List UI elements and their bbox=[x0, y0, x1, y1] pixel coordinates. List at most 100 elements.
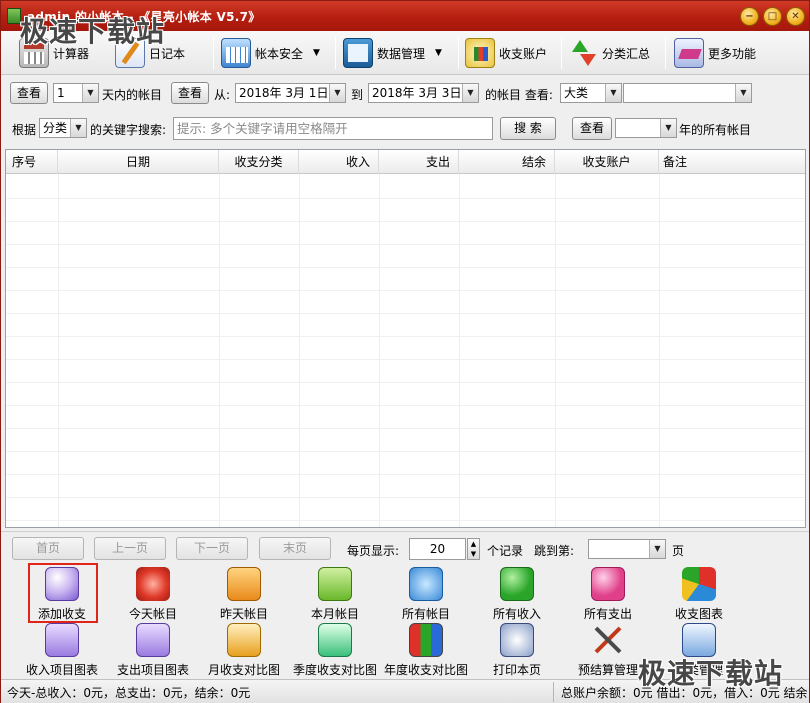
last-page-button[interactable]: 末页 bbox=[259, 537, 331, 560]
income-expense-chart-button[interactable]: 收支图表 bbox=[654, 567, 744, 623]
keyword-search-input[interactable]: 提示: 多个关键字请用空格隔开 bbox=[173, 117, 493, 140]
view-days-button[interactable]: 查看 bbox=[10, 82, 48, 104]
today-icon bbox=[136, 567, 170, 601]
grid-line bbox=[6, 382, 805, 383]
more-functions-button[interactable]: 更多功能 bbox=[674, 35, 756, 71]
view-range-button[interactable]: 查看 bbox=[171, 82, 209, 104]
quarterly-compare-button[interactable]: 季度收支对比图 bbox=[290, 623, 380, 679]
year-select[interactable]: ▼ bbox=[615, 118, 677, 138]
to-date-picker[interactable]: 2018年 3月 3日 ▼ bbox=[368, 83, 479, 103]
expense-items-chart-button[interactable]: 支出项目图表 bbox=[108, 623, 198, 679]
folder-icon bbox=[318, 567, 352, 601]
per-page-label: 每页显示: bbox=[347, 544, 400, 558]
close-button[interactable]: ✕ bbox=[786, 7, 805, 26]
to-date-value: 2018年 3月 3日 bbox=[372, 86, 462, 100]
days-select[interactable]: 1 ▼ bbox=[53, 83, 99, 103]
action-label: 收入项目图表 bbox=[25, 663, 98, 677]
print-page-button[interactable]: 打印本页 bbox=[472, 623, 562, 679]
grid-line bbox=[6, 198, 805, 199]
chevron-down-icon[interactable]: ▼ bbox=[329, 84, 345, 102]
income-items-chart-button[interactable]: 收入项目图表 bbox=[17, 623, 107, 679]
days-suffix-label: 天内的帐目 bbox=[102, 88, 163, 102]
toolbar-separator bbox=[213, 37, 214, 69]
grid-line bbox=[6, 497, 805, 498]
grid-line bbox=[6, 428, 805, 429]
accounts-view-label: 的帐目 查看: bbox=[485, 88, 553, 102]
column-header-note[interactable]: 备注 bbox=[659, 150, 805, 174]
prev-page-button[interactable]: 上一页 bbox=[94, 537, 166, 560]
column-header-category[interactable]: 收支分类 bbox=[219, 150, 299, 174]
data-management-icon bbox=[343, 38, 373, 68]
status-today-summary: 今天-总收入：0元，总支出：0元，结余：0元 bbox=[7, 686, 251, 700]
chevron-down-icon[interactable]: ▼ bbox=[313, 48, 320, 58]
per-page-input[interactable]: 20 bbox=[409, 538, 466, 560]
search-field-select[interactable]: 分类 ▼ bbox=[39, 118, 87, 138]
tools-icon bbox=[591, 623, 625, 657]
from-label: 从: bbox=[214, 88, 231, 102]
from-date-picker[interactable]: 2018年 3月 1日 ▼ bbox=[235, 83, 346, 103]
toolbar-separator bbox=[561, 37, 562, 69]
month-entries-button[interactable]: 本月帐目 bbox=[290, 567, 380, 623]
category-select[interactable]: 大类 ▼ bbox=[560, 83, 622, 103]
chevron-down-icon[interactable]: ▼ bbox=[435, 48, 442, 58]
toolbar-label: 收支账户 bbox=[499, 46, 548, 61]
action-label: 打印本页 bbox=[492, 663, 541, 677]
watermark-bottom: 极速下载站 bbox=[638, 657, 784, 690]
column-header-account[interactable]: 收支账户 bbox=[555, 150, 659, 174]
monthly-compare-button[interactable]: 月收支对比图 bbox=[199, 623, 289, 679]
column-header-balance[interactable]: 结余 bbox=[459, 150, 555, 174]
status-divider bbox=[553, 682, 554, 702]
all-entries-button[interactable]: 所有帐目 bbox=[381, 567, 471, 623]
chevron-down-icon[interactable]: ▼ bbox=[649, 540, 665, 558]
app-window: admin 的小帐本 - 《星亮小帐本 V5.7》 − □ ✕ 计算器 日记本 … bbox=[0, 0, 810, 703]
toolbar-separator bbox=[335, 37, 336, 69]
minimize-button[interactable]: − bbox=[740, 7, 759, 26]
accounts-button[interactable]: 收支账户 bbox=[465, 35, 547, 71]
subcategory-select[interactable]: ▼ bbox=[623, 83, 752, 103]
chevron-down-icon[interactable]: ▼ bbox=[70, 119, 86, 137]
highlight-frame bbox=[28, 563, 98, 623]
first-page-button[interactable]: 首页 bbox=[12, 537, 84, 560]
jump-label: 跳到第: bbox=[534, 544, 575, 558]
all-income-button[interactable]: 所有收入 bbox=[472, 567, 562, 623]
column-header-date[interactable]: 日期 bbox=[58, 150, 219, 174]
jump-page-select[interactable]: ▼ bbox=[588, 539, 666, 559]
compare-chart-icon bbox=[227, 623, 261, 657]
users-icon bbox=[500, 567, 534, 601]
chevron-down-icon[interactable]: ▼ bbox=[462, 84, 478, 102]
chevron-down-icon[interactable]: ▼ bbox=[660, 119, 676, 137]
view-year-button[interactable]: 查看 bbox=[572, 117, 612, 140]
keyword-label: 的关键字搜索: bbox=[90, 123, 167, 137]
search-button[interactable]: 搜 索 bbox=[500, 117, 556, 140]
action-label: 季度收支对比图 bbox=[292, 663, 377, 677]
today-entries-button[interactable]: 今天帐目 bbox=[108, 567, 198, 623]
yesterday-entries-button[interactable]: 昨天帐目 bbox=[199, 567, 289, 623]
category-summary-button[interactable]: 分类汇总 bbox=[568, 35, 650, 71]
action-label: 今天帐目 bbox=[128, 607, 177, 621]
watermark-top: 极速下载站 bbox=[20, 15, 166, 48]
data-management-button[interactable]: 数据管理 ▼ bbox=[343, 35, 442, 71]
toolbar-label: 数据管理 bbox=[377, 46, 426, 61]
ledger-table[interactable]: 序号 日期 收支分类 收入 支出 结余 收支账户 备注 bbox=[5, 149, 806, 528]
column-header-income[interactable]: 收入 bbox=[299, 150, 379, 174]
per-page-stepper[interactable]: ▲ ▼ bbox=[467, 538, 480, 560]
pie-chart-icon bbox=[682, 567, 716, 601]
chevron-down-icon[interactable]: ▼ bbox=[605, 84, 621, 102]
column-header-index[interactable]: 序号 bbox=[6, 150, 58, 174]
chevron-down-icon[interactable]: ▼ bbox=[82, 84, 98, 102]
all-expense-button[interactable]: 所有支出 bbox=[563, 567, 653, 623]
next-page-button[interactable]: 下一页 bbox=[176, 537, 248, 560]
to-label: 到 bbox=[351, 88, 364, 102]
page-label: 页 bbox=[672, 544, 685, 558]
toolbar-label: 更多功能 bbox=[708, 46, 757, 61]
yearly-compare-button[interactable]: 年度收支对比图 bbox=[381, 623, 471, 679]
action-label: 所有支出 bbox=[583, 607, 632, 621]
restore-button[interactable]: □ bbox=[763, 7, 782, 26]
folder-icon bbox=[227, 567, 261, 601]
account-security-button[interactable]: 帐本安全 ▼ bbox=[221, 35, 320, 71]
chevron-down-icon[interactable]: ▼ bbox=[735, 84, 751, 102]
table-header: 序号 日期 收支分类 收入 支出 结余 收支账户 备注 bbox=[6, 150, 805, 174]
column-header-expense[interactable]: 支出 bbox=[379, 150, 459, 174]
by-label: 根据 bbox=[12, 123, 37, 137]
grid-line bbox=[6, 336, 805, 337]
